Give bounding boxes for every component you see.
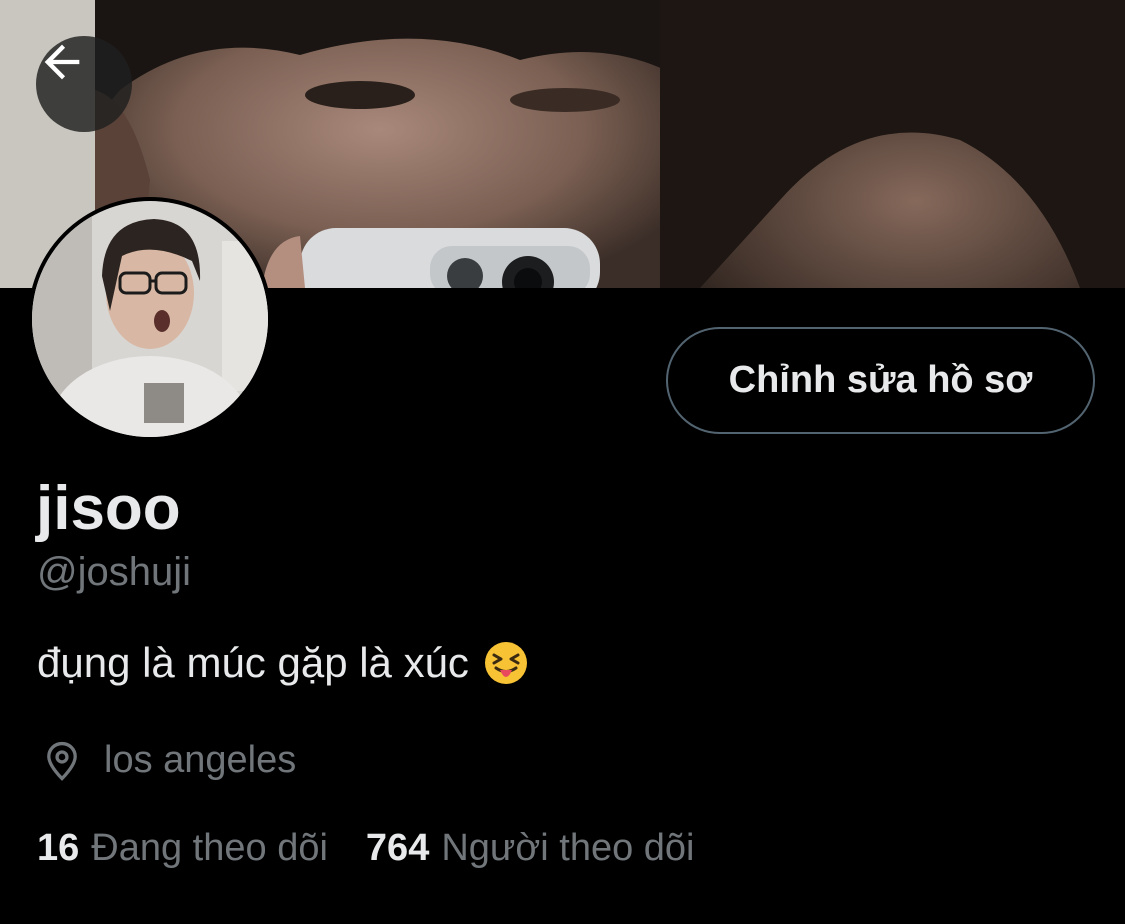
location-pin-icon bbox=[40, 736, 84, 786]
followers-label: Người theo dõi bbox=[441, 827, 695, 869]
username-handle: @joshuji bbox=[37, 550, 192, 594]
following-link[interactable]: 16 Đang theo dõi bbox=[37, 826, 328, 872]
squinting-face-with-tongue-icon bbox=[483, 640, 529, 686]
edit-profile-button[interactable]: Chỉnh sửa hồ sơ bbox=[666, 327, 1095, 434]
avatar-photo bbox=[32, 201, 268, 437]
followers-link[interactable]: 764 Người theo dõi bbox=[366, 826, 695, 872]
followers-count: 764 bbox=[365, 827, 430, 869]
follow-stats: 16 Đang theo dõi 764 Người theo dõi bbox=[37, 826, 695, 872]
profile-bio: đụng là múc gặp là xúc bbox=[37, 638, 529, 688]
following-label: Đang theo dõi bbox=[91, 827, 328, 869]
following-count: 16 bbox=[37, 827, 80, 869]
profile-avatar[interactable] bbox=[28, 197, 272, 441]
bio-text: đụng là múc gặp là xúc bbox=[37, 639, 469, 686]
back-button[interactable] bbox=[36, 36, 132, 132]
display-name: jisoo bbox=[36, 474, 181, 543]
profile-location: los angeles bbox=[40, 736, 296, 786]
arrow-left-icon bbox=[44, 44, 80, 80]
location-text: los angeles bbox=[104, 739, 297, 782]
